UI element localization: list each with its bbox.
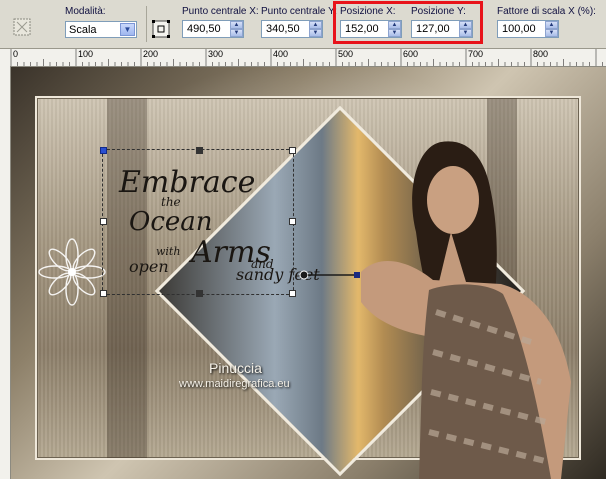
scale-x-label: Fattore di scala X (%): xyxy=(497,6,596,17)
horizontal-ruler: 0 100 200 300 400 500 600 700 800 xyxy=(0,49,606,67)
ruler-label: 200 xyxy=(143,49,159,59)
spin-up-icon[interactable]: ▲ xyxy=(230,21,243,29)
flower-icon xyxy=(38,238,106,306)
ruler-label: 100 xyxy=(78,49,94,59)
corner-handle[interactable] xyxy=(100,147,107,154)
image-canvas[interactable]: Embrace the Ocean with open Arms and san… xyxy=(11,67,606,479)
dropdown-arrow-icon[interactable]: ▼ xyxy=(120,23,135,36)
spin-down-icon[interactable]: ▼ xyxy=(309,29,322,37)
woman-figure xyxy=(361,141,571,479)
ruler-label: 500 xyxy=(338,49,354,59)
ruler-label: 800 xyxy=(533,49,549,59)
ruler-label: 300 xyxy=(208,49,224,59)
move-center-icon[interactable] xyxy=(152,20,170,38)
mode-label: Modalità: xyxy=(65,6,106,17)
ruler-label: 700 xyxy=(468,49,484,59)
corner-handle[interactable] xyxy=(100,290,107,297)
pick-tool-icon[interactable] xyxy=(12,17,32,37)
position-highlight-box xyxy=(333,1,483,44)
separator xyxy=(146,6,147,42)
center-y-value: 340,50 xyxy=(266,23,300,35)
edge-handle[interactable] xyxy=(289,218,296,225)
scale-x-value: 100,00 xyxy=(502,23,536,35)
center-x-value: 490,50 xyxy=(187,23,221,35)
watermark-url: www.maidiregrafica.eu xyxy=(179,378,290,390)
rotation-handle[interactable] xyxy=(296,267,366,287)
tool-options-toolbar: Modalità: Scala ▼ Punto centrale X: 490,… xyxy=(0,0,606,49)
edge-handle[interactable] xyxy=(196,290,203,297)
center-x-label: Punto centrale X: xyxy=(182,6,259,17)
corner-handle[interactable] xyxy=(289,290,296,297)
ruler-label: 0 xyxy=(13,49,19,59)
center-y-label: Punto centrale Y: xyxy=(261,6,337,17)
edge-handle[interactable] xyxy=(100,218,107,225)
watermark-name: Pinuccia xyxy=(209,360,262,376)
spin-up-icon[interactable]: ▲ xyxy=(309,21,322,29)
center-x-input[interactable]: 490,50 ▲ ▼ xyxy=(182,20,244,38)
deform-selection-box[interactable] xyxy=(100,147,296,297)
scale-x-input[interactable]: 100,00 ▲ ▼ xyxy=(497,20,559,38)
mode-select[interactable]: Scala ▼ xyxy=(65,21,137,38)
mode-select-value: Scala xyxy=(69,24,97,36)
spin-up-icon[interactable]: ▲ xyxy=(545,21,558,29)
ruler-label: 400 xyxy=(273,49,289,59)
edge-handle[interactable] xyxy=(196,147,203,154)
vertical-ruler xyxy=(0,66,11,479)
corner-handle[interactable] xyxy=(289,147,296,154)
spin-down-icon[interactable]: ▼ xyxy=(545,29,558,37)
ruler-label: 600 xyxy=(403,49,419,59)
center-y-input[interactable]: 340,50 ▲ ▼ xyxy=(261,20,323,38)
spin-down-icon[interactable]: ▼ xyxy=(230,29,243,37)
